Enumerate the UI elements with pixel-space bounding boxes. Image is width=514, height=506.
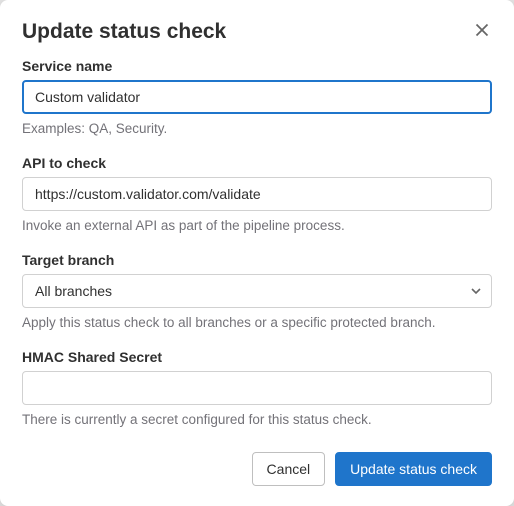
api-label: API to check xyxy=(22,155,492,171)
target-branch-help: Apply this status check to all branches … xyxy=(22,314,492,333)
modal-title: Update status check xyxy=(22,20,226,44)
target-branch-select[interactable]: All branches xyxy=(22,274,492,308)
api-help: Invoke an external API as part of the pi… xyxy=(22,217,492,236)
target-branch-field-group: Target branch All branches Apply this st… xyxy=(22,252,492,333)
close-icon xyxy=(474,22,490,41)
cancel-button[interactable]: Cancel xyxy=(252,452,326,486)
api-input[interactable] xyxy=(22,177,492,211)
close-button[interactable] xyxy=(472,20,492,43)
service-name-help: Examples: QA, Security. xyxy=(22,120,492,139)
hmac-label: HMAC Shared Secret xyxy=(22,349,492,365)
target-branch-select-wrap: All branches xyxy=(22,274,492,308)
service-name-field-group: Service name Examples: QA, Security. xyxy=(22,58,492,139)
modal-footer: Cancel Update status check xyxy=(22,452,492,486)
modal-header: Update status check xyxy=(22,20,492,44)
update-status-check-modal: Update status check Service name Example… xyxy=(0,0,514,506)
service-name-input[interactable] xyxy=(22,80,492,114)
hmac-help: There is currently a secret configured f… xyxy=(22,411,492,430)
service-name-label: Service name xyxy=(22,58,492,74)
hmac-field-group: HMAC Shared Secret There is currently a … xyxy=(22,349,492,430)
api-field-group: API to check Invoke an external API as p… xyxy=(22,155,492,236)
submit-button[interactable]: Update status check xyxy=(335,452,492,486)
hmac-input[interactable] xyxy=(22,371,492,405)
target-branch-label: Target branch xyxy=(22,252,492,268)
